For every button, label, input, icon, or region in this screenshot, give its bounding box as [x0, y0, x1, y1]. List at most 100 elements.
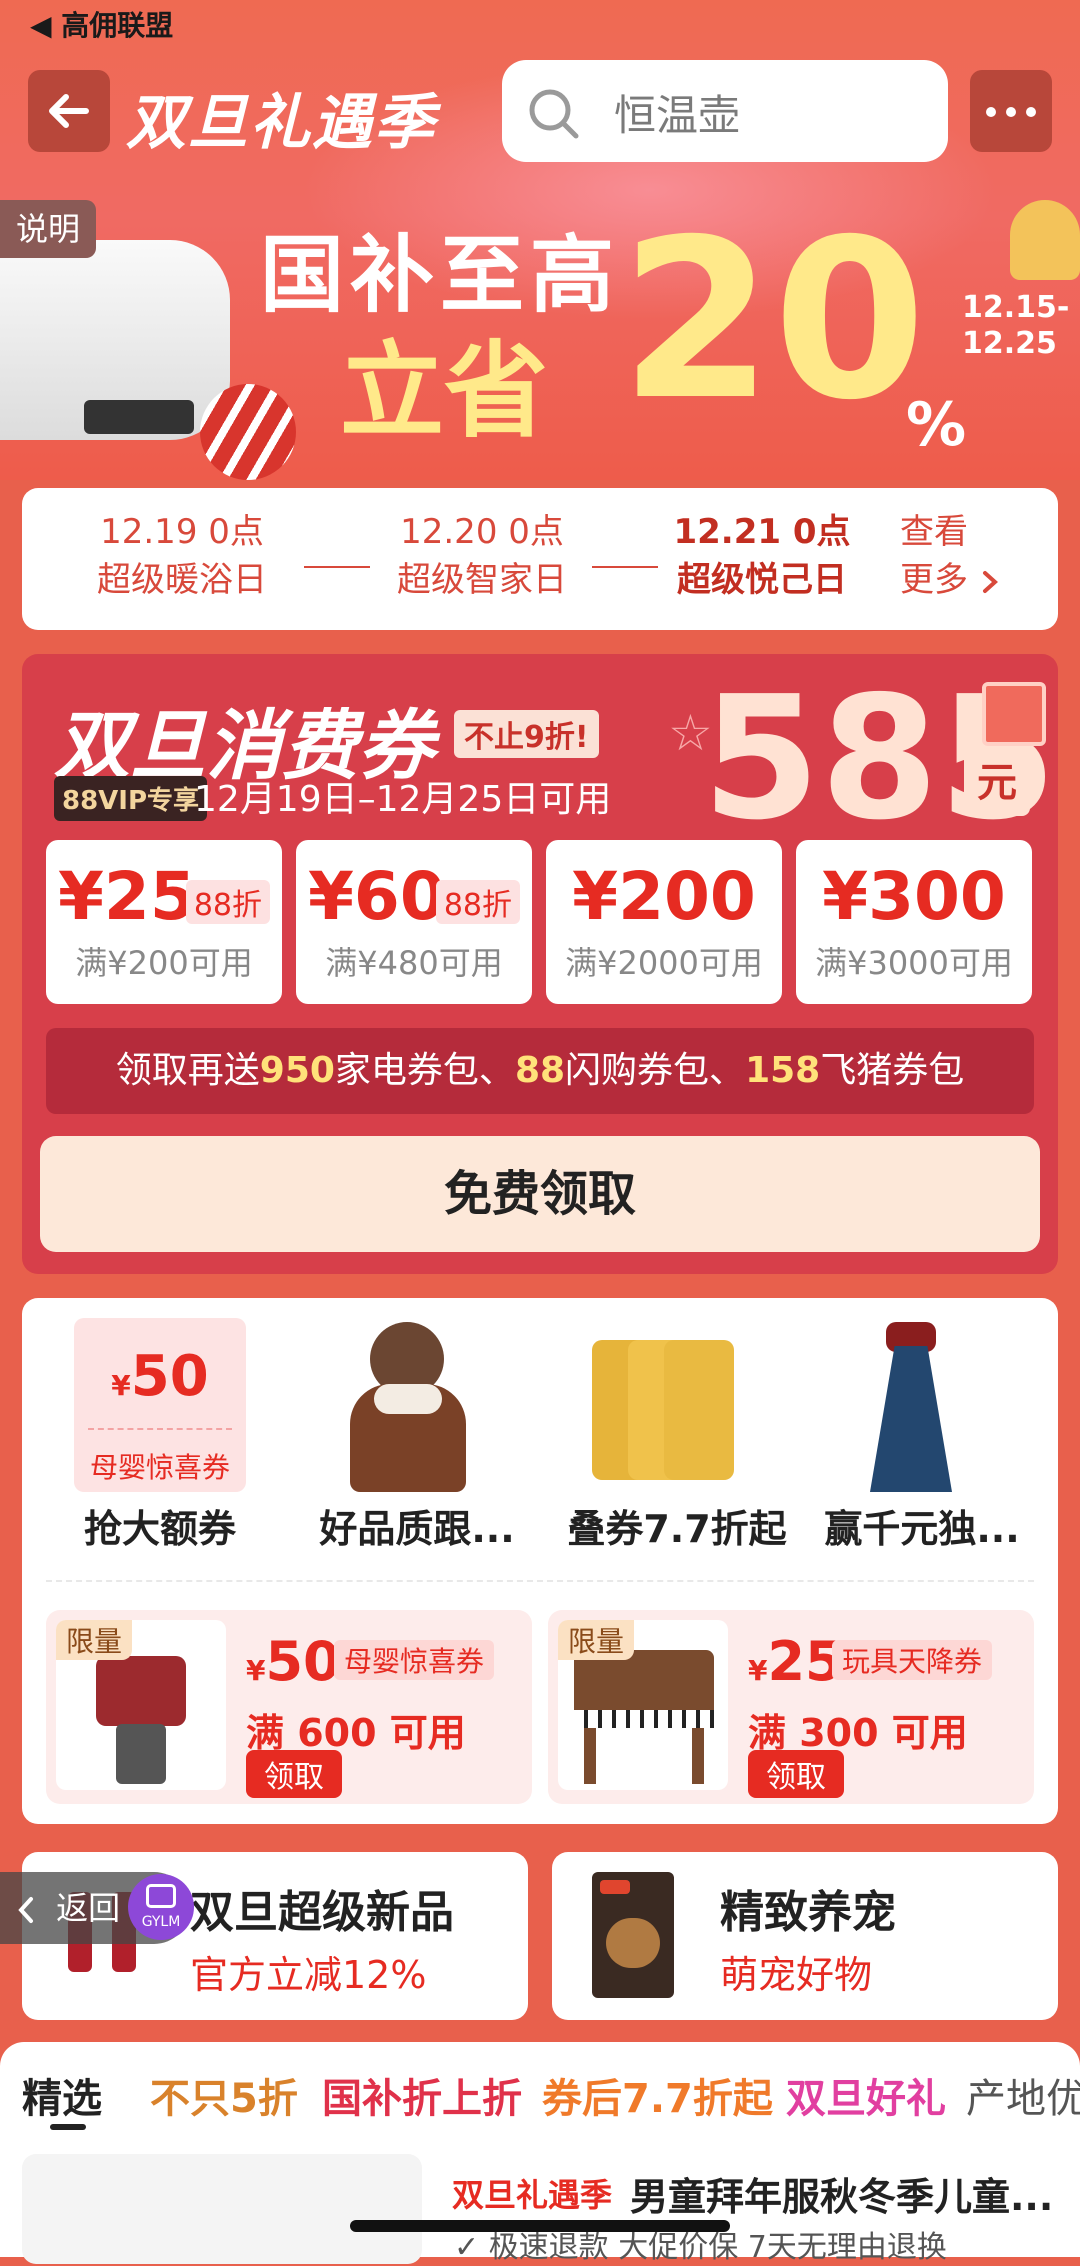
- gylm-label: GYLM: [141, 1914, 181, 1930]
- service-tags-text: 极速退款 大促价保 7天无理由退换: [488, 2230, 947, 2265]
- banner-date-start: 12.15-: [962, 290, 1070, 325]
- coupon-badge: 不止9折!: [454, 710, 599, 758]
- promo-amount: ¥50: [246, 1630, 341, 1693]
- tab-holiday-gifts[interactable]: 双旦好礼: [786, 2066, 946, 2124]
- claim-button[interactable]: 领取: [748, 1750, 844, 1798]
- card-subtitle: 官方立减12%: [190, 1953, 427, 1997]
- tab-subsidy-discount[interactable]: 国补折上折: [322, 2066, 522, 2124]
- banner-percent: %: [906, 390, 967, 460]
- arrow-left-icon: [49, 94, 89, 128]
- page-logo: 双旦礼遇季: [126, 88, 436, 158]
- schedule-name: 超级悦己日: [677, 560, 847, 600]
- coupon-amount: ¥300: [822, 858, 1006, 935]
- coupon-panel: 双旦消费券 不止9折! 88VIP专享 12月19日–12月25日可用 ☆ 58…: [22, 654, 1058, 1274]
- banner-big-number: 20: [620, 192, 927, 448]
- coupon-amount: ¥200: [572, 858, 756, 935]
- product-title[interactable]: 男童拜年服秋冬季儿童...: [630, 2166, 1053, 2221]
- free-claim-button[interactable]: 免费领取: [40, 1136, 1040, 1252]
- claim-button[interactable]: 领取: [246, 1750, 342, 1798]
- coupon-condition: 满¥2000可用: [565, 944, 763, 982]
- schedule-more-line1: 查看: [900, 512, 968, 552]
- coupon-discount: 88折: [435, 880, 520, 924]
- coupon-tile[interactable]: ¥300 满¥3000可用: [796, 840, 1032, 1004]
- big-coupon-tile[interactable]: ¥50 母婴惊喜券: [74, 1318, 246, 1492]
- card-title: 精致养宠: [720, 1887, 896, 1938]
- schedule-date: 12.20 0点: [400, 512, 564, 552]
- coupon-condition: 满¥3000可用: [815, 944, 1013, 982]
- chevron-right-icon: [982, 570, 998, 593]
- banner-headline-line2: 立省: [340, 330, 549, 452]
- search-bar[interactable]: 恒温壶: [502, 60, 948, 162]
- coupon-tile[interactable]: ¥25 88折 满¥200可用: [46, 840, 282, 1004]
- vip-badge: 88VIP专享: [54, 776, 208, 821]
- tab-origin[interactable]: 产地优: [966, 2066, 1080, 2124]
- tab-under-50-off[interactable]: 不只5折: [150, 2066, 298, 2124]
- search-icon: [529, 89, 579, 139]
- schedule-connector: [304, 566, 370, 568]
- coupon-dates: 12月19日–12月25日可用: [194, 779, 612, 820]
- mini-coupon-value: ¥50: [111, 1344, 209, 1409]
- coupon-unit: 元: [964, 750, 1030, 816]
- mini-coupon-sub: 母婴惊喜券: [89, 1451, 230, 1484]
- schedule-more-link[interactable]: 查看 更多: [900, 508, 1001, 604]
- coupon-discount: 88折: [185, 880, 270, 924]
- divider: [46, 1580, 1034, 1582]
- coupon-perforation: [88, 1428, 232, 1430]
- schedule-date: 12.19 0点: [100, 512, 264, 552]
- schedule-name: 超级智家日: [397, 560, 567, 600]
- bell-decoration: [1010, 200, 1080, 280]
- dress-image[interactable]: [826, 1318, 998, 1492]
- promo-tag: 母婴惊喜券: [334, 1640, 495, 1680]
- category-label[interactable]: 抢大额券: [58, 1498, 262, 1553]
- active-tab-indicator: [50, 2124, 86, 2130]
- promo-condition: 满 300 可用: [748, 1711, 968, 1755]
- home-indicator: [350, 2220, 730, 2232]
- heater-panel-image: [84, 400, 194, 434]
- tab-coupon-77[interactable]: 券后7.7折起: [542, 2066, 773, 2124]
- back-to-app-label[interactable]: ◀ 高佣联盟: [30, 4, 173, 44]
- category-label[interactable]: 好品质跟...: [292, 1498, 542, 1553]
- event-schedule: 12.19 0点 超级暖浴日 12.20 0点 超级智家日 12.21 0点 超…: [22, 488, 1058, 630]
- coupon-tile[interactable]: ¥60 88折 满¥480可用: [296, 840, 532, 1004]
- gylm-float-logo[interactable]: GYLM: [128, 1874, 194, 1940]
- search-placeholder: 恒温壶: [614, 91, 741, 140]
- limited-tag: 限量: [558, 1620, 635, 1660]
- promo-coupon[interactable]: 限量 ¥50 母婴惊喜券 满 600 可用 领取: [46, 1610, 532, 1804]
- banner-date-end: 12.25: [962, 326, 1057, 361]
- gylm-logo-icon: [146, 1884, 176, 1908]
- back-button[interactable]: [28, 70, 110, 152]
- schedule-date: 12.21 0点: [673, 512, 851, 552]
- gift-icon: [982, 682, 1046, 746]
- schedule-item[interactable]: 12.19 0点 超级暖浴日: [62, 508, 302, 604]
- schedule-more-line2: 更多: [900, 556, 1001, 604]
- pet-card[interactable]: 精致养宠 萌宠好物: [552, 1852, 1058, 2020]
- chevron-left-icon: [18, 1897, 33, 1923]
- promo-coupon[interactable]: 限量 ¥25 玩具天降券 满 300 可用 领取: [548, 1610, 1034, 1804]
- promo-amount: ¥25: [748, 1630, 843, 1693]
- product-brand-tag: 双旦礼遇季: [452, 2176, 613, 2214]
- milk-powder-image[interactable]: [582, 1318, 754, 1492]
- category-label[interactable]: 叠券7.7折起: [552, 1498, 802, 1553]
- category-label[interactable]: 赢千元独...: [802, 1498, 1042, 1553]
- check-icon: ✓: [454, 2230, 480, 2265]
- coupon-condition: 满¥200可用: [75, 944, 253, 982]
- ornament-ball-image: [200, 384, 296, 480]
- card-subtitle: 萌宠好物: [720, 1953, 873, 1997]
- more-menu-button[interactable]: [970, 70, 1052, 152]
- cat-food-image: [592, 1872, 674, 1998]
- limited-tag: 限量: [56, 1620, 133, 1660]
- schedule-item-active[interactable]: 12.21 0点 超级悦己日: [642, 508, 882, 604]
- product-thumbnail[interactable]: [22, 2154, 422, 2264]
- dot-icon: [1026, 107, 1036, 117]
- coupon-condition: 满¥480可用: [325, 944, 503, 982]
- return-label: 返回: [56, 1889, 121, 1927]
- schedule-item[interactable]: 12.20 0点 超级智家日: [362, 508, 602, 604]
- coupon-tile[interactable]: ¥200 满¥2000可用: [546, 840, 782, 1004]
- schedule-name: 超级暖浴日: [97, 560, 267, 600]
- bonus-coupon-strip: 领取再送950家电券包、88闪购券包、158飞猪券包: [46, 1028, 1034, 1114]
- banner-dates: 12.15- 12.25: [962, 290, 1069, 362]
- tab-featured[interactable]: 精选: [22, 2066, 102, 2124]
- toddler-product-image[interactable]: [322, 1318, 494, 1492]
- description-tag[interactable]: 说明: [0, 200, 96, 258]
- category-card: ¥50 母婴惊喜券 抢大额券 好品质跟... 叠券7.7折起 赢千元独... 限…: [22, 1298, 1058, 1824]
